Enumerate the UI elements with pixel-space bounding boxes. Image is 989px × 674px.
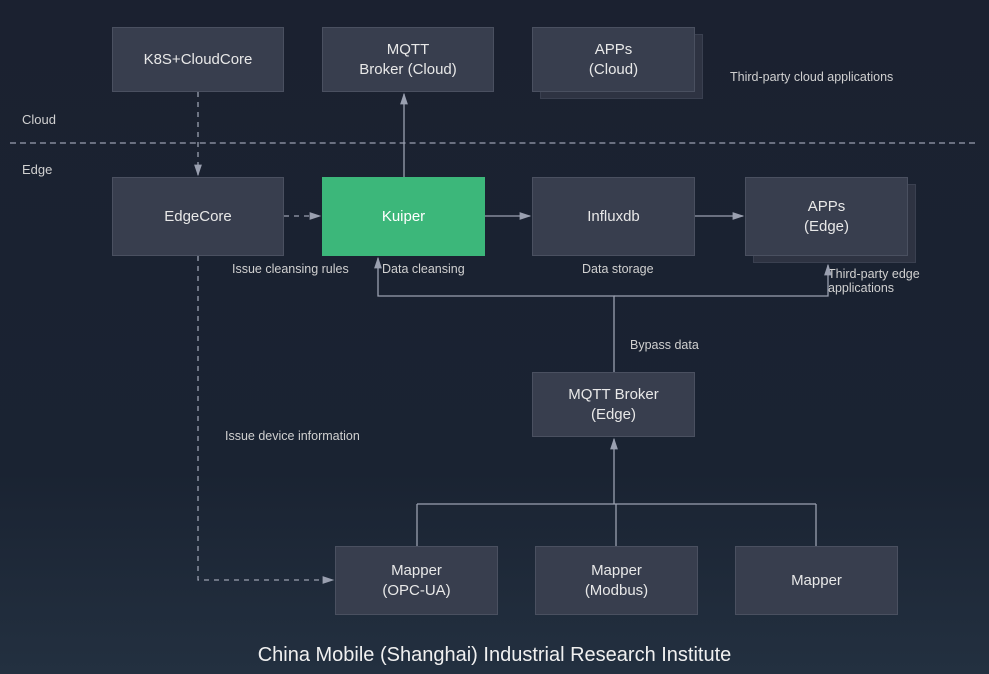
- box-influxdb-text: Influxdb: [587, 207, 640, 227]
- box-apps-cloud-line2: (Cloud): [589, 60, 638, 80]
- box-mqtt-cloud-line2: Broker (Cloud): [359, 60, 457, 80]
- box-mqtt-edge-line1: MQTT Broker: [568, 385, 659, 405]
- box-mapper-opcua: Mapper (OPC-UA): [335, 546, 498, 615]
- label-data-cleansing: Data cleansing: [382, 262, 465, 276]
- box-apps-cloud-line1: APPs: [589, 40, 638, 60]
- box-kuiper-text: Kuiper: [382, 207, 425, 227]
- box-apps-edge-line2: (Edge): [804, 217, 849, 237]
- zone-cloud-label: Cloud: [22, 112, 56, 127]
- box-kuiper: Kuiper: [322, 177, 485, 256]
- zone-edge-label: Edge: [22, 162, 52, 177]
- box-mapper-modbus-line1: Mapper: [585, 561, 648, 581]
- label-third-party-cloud: Third-party cloud applications: [730, 70, 893, 84]
- label-third-party-edge: Third-party edge applications: [828, 267, 989, 295]
- label-bypass-data: Bypass data: [630, 338, 699, 352]
- label-issue-cleansing: Issue cleansing rules: [232, 262, 349, 276]
- box-edgecore-text: EdgeCore: [164, 207, 232, 227]
- box-mapper-modbus: Mapper (Modbus): [535, 546, 698, 615]
- box-mapper-opcua-line2: (OPC-UA): [382, 581, 450, 601]
- box-apps-cloud: APPs (Cloud): [532, 27, 695, 92]
- diagram-title: China Mobile (Shanghai) Industrial Resea…: [0, 644, 989, 667]
- box-mapper: Mapper: [735, 546, 898, 615]
- label-data-storage: Data storage: [582, 262, 654, 276]
- box-mqtt-edge-line2: (Edge): [568, 405, 659, 425]
- box-mqtt-edge: MQTT Broker (Edge): [532, 372, 695, 437]
- box-mqtt-cloud-line1: MQTT: [359, 40, 457, 60]
- box-mapper-opcua-line1: Mapper: [382, 561, 450, 581]
- box-mqtt-cloud: MQTT Broker (Cloud): [322, 27, 494, 92]
- box-influxdb: Influxdb: [532, 177, 695, 256]
- box-mapper-modbus-line2: (Modbus): [585, 581, 648, 601]
- label-issue-device: Issue device information: [225, 429, 360, 443]
- box-k8s-cloudcore: K8S+CloudCore: [112, 27, 284, 92]
- box-mapper-text: Mapper: [791, 571, 842, 591]
- box-apps-edge-line1: APPs: [804, 197, 849, 217]
- cloud-edge-divider: [10, 142, 975, 144]
- box-edgecore: EdgeCore: [112, 177, 284, 256]
- box-apps-edge: APPs (Edge): [745, 177, 908, 256]
- box-k8s-text: K8S+CloudCore: [144, 50, 253, 70]
